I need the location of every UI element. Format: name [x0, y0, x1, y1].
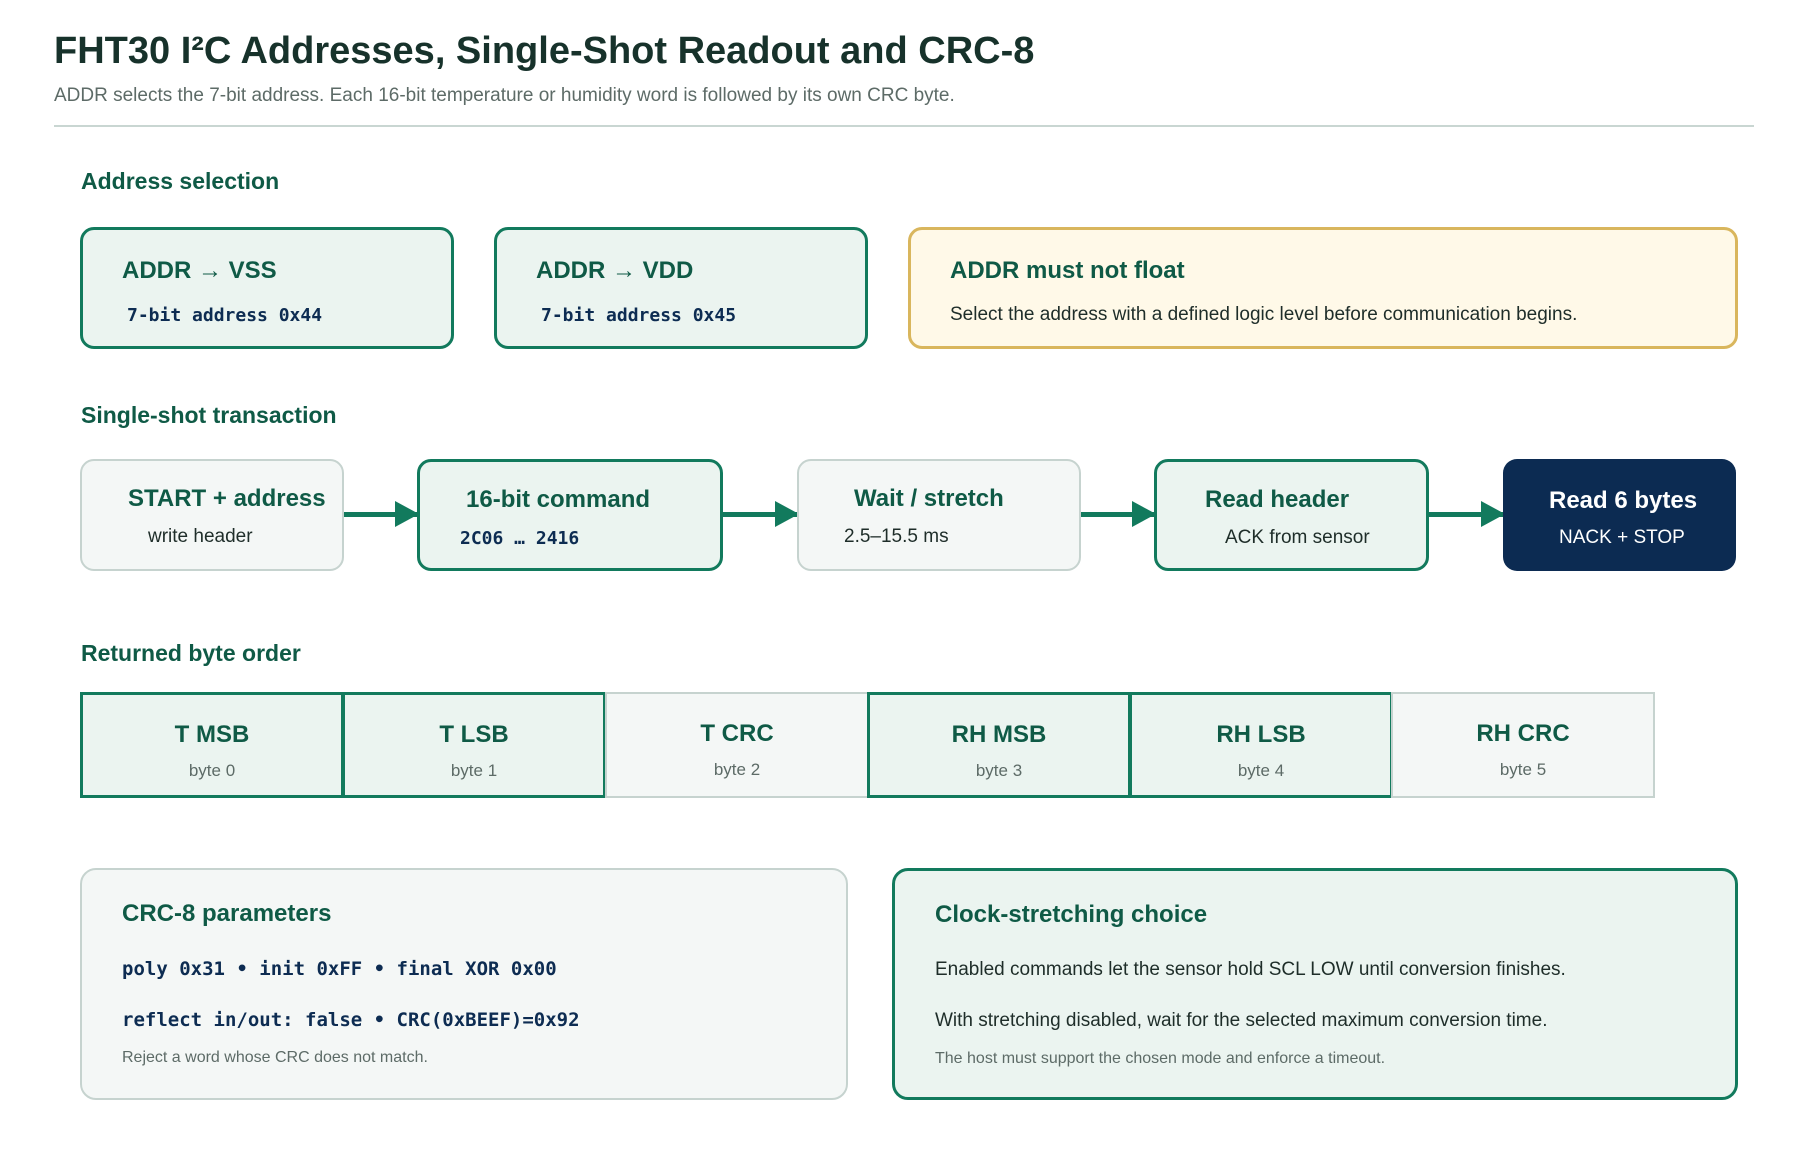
step-start-address: START + address write header [80, 459, 344, 571]
byte-cell-t-msb: T MSB byte 0 [80, 692, 344, 798]
clock-stretching-panel: Clock-stretching choice Enabled commands… [892, 868, 1738, 1100]
byte-cell-rh-crc: RH CRC byte 5 [1391, 692, 1655, 798]
step-read-header: Read header ACK from sensor [1154, 459, 1429, 571]
byte-index: byte 2 [713, 760, 761, 779]
step-title: 16-bit command [466, 486, 651, 513]
byte-name: RH MSB [951, 721, 1047, 748]
transaction-heading: Single-shot transaction [81, 402, 337, 428]
byte-index: byte 0 [188, 761, 236, 780]
crc-reflect-line: reflect in/out: false • CRC(0xBEEF)=0x92 [122, 1009, 580, 1031]
step-title: Read header [1205, 486, 1350, 513]
addr-float-warning-card: ADDR must not float Select the address w… [908, 227, 1738, 349]
byte-name: RH CRC [1476, 720, 1570, 747]
step-detail: 2.5–15.5 ms [844, 526, 949, 547]
flow-arrow [1081, 501, 1156, 527]
step-detail: ACK from sensor [1225, 527, 1370, 548]
byte-name: T LSB [439, 721, 509, 748]
step-detail: NACK + STOP [1559, 527, 1685, 548]
flow-arrow [723, 501, 799, 527]
step-command-range: 2C06 … 2416 [460, 528, 580, 549]
crc-panel-note: Reject a word whose CRC does not match. [122, 1049, 428, 1066]
addr-vss-address: 7-bit address 0x44 [127, 305, 323, 326]
byte-name: T CRC [700, 720, 774, 747]
stretch-enabled-line: Enabled commands let the sensor hold SCL… [935, 959, 1566, 980]
stretch-panel-note: The host must support the chosen mode an… [935, 1050, 1386, 1067]
step-title: Read 6 bytes [1549, 487, 1698, 514]
addr-float-detail: Select the address with a defined logic … [950, 304, 1578, 325]
byte-index: byte 4 [1237, 761, 1285, 780]
step-16bit-command: 16-bit command 2C06 … 2416 [417, 459, 723, 571]
address-selection-heading: Address selection [81, 168, 280, 194]
step-wait-stretch: Wait / stretch 2.5–15.5 ms [797, 459, 1081, 571]
addr-vdd-card: ADDR → VDD 7-bit address 0x45 [494, 227, 868, 349]
crc-panel-title: CRC-8 parameters [122, 900, 332, 927]
crc-params-line: poly 0x31 • init 0xFF • final XOR 0x00 [122, 958, 557, 980]
step-read-6-bytes: Read 6 bytes NACK + STOP [1503, 459, 1736, 571]
step-title: Wait / stretch [854, 485, 1004, 512]
page-title: FHT30 I²C Addresses, Single-Shot Readout… [54, 30, 1035, 72]
stretch-disabled-line: With stretching disabled, wait for the s… [935, 1010, 1548, 1031]
byte-name: T MSB [174, 721, 250, 748]
flow-arrow [1429, 501, 1505, 527]
addr-vss-title: ADDR → VSS [122, 257, 277, 284]
byte-cell-t-crc: T CRC byte 2 [605, 692, 869, 798]
byte-cell-t-lsb: T LSB byte 1 [342, 692, 606, 798]
step-detail: write header [148, 526, 253, 547]
addr-vdd-address: 7-bit address 0x45 [541, 305, 737, 326]
page-subtitle: ADDR selects the 7-bit address. Each 16-… [54, 85, 955, 106]
byte-index: byte 3 [975, 761, 1023, 780]
header-divider [54, 125, 1754, 127]
addr-float-title: ADDR must not float [950, 257, 1185, 284]
stretch-panel-title: Clock-stretching choice [935, 901, 1208, 928]
byte-cell-rh-lsb: RH LSB byte 4 [1129, 692, 1393, 798]
byte-index: byte 1 [450, 761, 498, 780]
byte-order-heading: Returned byte order [81, 640, 301, 666]
byte-index: byte 5 [1499, 760, 1547, 779]
step-title: START + address [128, 485, 326, 512]
crc-parameters-panel: CRC-8 parameters poly 0x31 • init 0xFF •… [80, 868, 848, 1100]
addr-vss-card: ADDR → VSS 7-bit address 0x44 [80, 227, 454, 349]
flow-arrow [344, 501, 419, 527]
byte-cell-rh-msb: RH MSB byte 3 [867, 692, 1131, 798]
addr-vdd-title: ADDR → VDD [536, 257, 694, 284]
byte-name: RH LSB [1216, 721, 1306, 748]
